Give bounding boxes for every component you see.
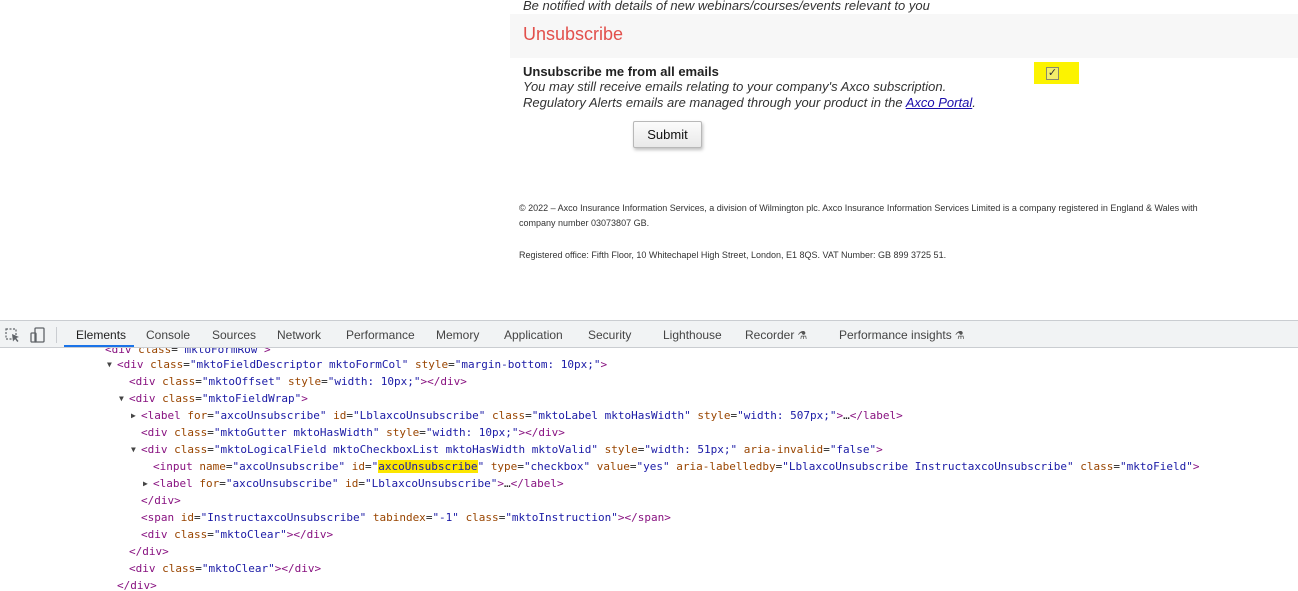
- web-page: Be notified with details of new webinars…: [0, 0, 1298, 320]
- axco-portal-link[interactable]: Axco Portal: [906, 95, 972, 110]
- tab-recorder[interactable]: Recorder ⚗: [745, 321, 807, 349]
- devtools-panel: Elements Console Sources Network Perform…: [0, 320, 1298, 591]
- expand-triangle-open-icon[interactable]: ▼: [119, 390, 124, 407]
- tab-performance[interactable]: Performance: [346, 321, 415, 349]
- unsubscribe-checkbox[interactable]: ✓: [1046, 67, 1059, 80]
- unsubscribe-label[interactable]: Unsubscribe me from all emails: [523, 64, 719, 79]
- experimental-flask-icon: ⚗: [797, 330, 808, 342]
- subscription-note: Be notified with details of new webinars…: [523, 0, 930, 13]
- devtools-tabbar: Elements Console Sources Network Perform…: [0, 320, 1298, 348]
- tab-console[interactable]: Console: [146, 321, 190, 349]
- tab-recorder-label: Recorder: [745, 328, 795, 342]
- tab-lighthouse[interactable]: Lighthouse: [663, 321, 722, 349]
- dom-node-line[interactable]: <label for="axcoUnsubscribe" id="Lblaxco…: [153, 475, 564, 492]
- inspect-element-icon[interactable]: [4, 326, 22, 344]
- elements-tree: <div class="mktoFormRow"> <div class="mkt…: [0, 348, 1298, 591]
- dom-node-line[interactable]: <label for="axcoUnsubscribe" id="Lblaxco…: [141, 407, 903, 424]
- dom-node-line[interactable]: <div class="mktoOffset" style="width: 10…: [129, 373, 467, 390]
- tab-sources[interactable]: Sources: [212, 321, 256, 349]
- dom-node-line[interactable]: <div class="mktoFieldWrap">: [129, 390, 308, 407]
- unsubscribe-band: [510, 14, 1298, 58]
- toolbar-separator: [56, 327, 57, 343]
- instruction-line-1: You may still receive emails relating to…: [523, 79, 947, 94]
- dom-node-line[interactable]: <span id="InstructaxcoUnsubscribe" tabin…: [141, 509, 671, 526]
- tab-memory[interactable]: Memory: [436, 321, 479, 349]
- expand-triangle-open-icon[interactable]: ▼: [107, 356, 112, 373]
- footer-company-number: company number 03073807 GB.: [519, 218, 650, 228]
- expand-triangle-closed-icon[interactable]: ▶: [143, 475, 148, 492]
- active-tab-indicator: [64, 345, 134, 347]
- search-highlight: axcoUnsubscribe: [378, 460, 478, 473]
- device-toolbar-icon[interactable]: [29, 326, 47, 344]
- tab-performance-insights[interactable]: Performance insights ⚗: [839, 321, 965, 349]
- expand-triangle-closed-icon[interactable]: ▶: [131, 407, 136, 424]
- instruction-line-2: Regulatory Alerts emails are managed thr…: [523, 95, 976, 110]
- instruction-line-2-suffix: .: [972, 95, 976, 110]
- expand-triangle-open-icon[interactable]: ▼: [131, 441, 136, 458]
- footer-copyright: © 2022 – Axco Insurance Information Serv…: [519, 203, 1198, 213]
- tab-security[interactable]: Security: [588, 321, 631, 349]
- instruction-line-2-prefix: Regulatory Alerts emails are managed thr…: [523, 95, 906, 110]
- dom-node-line[interactable]: </div>: [141, 492, 181, 509]
- dom-node-line[interactable]: <div class="mktoClear"></div>: [129, 560, 321, 577]
- dom-node-line[interactable]: <div class="mktoClear"></div>: [141, 526, 333, 543]
- submit-button[interactable]: Submit: [633, 121, 702, 148]
- dom-node-line[interactable]: <div class="mktoFieldDescriptor mktoForm…: [117, 356, 607, 373]
- dom-node-line[interactable]: </div>: [129, 543, 169, 560]
- dom-node-line[interactable]: </div>: [117, 577, 157, 591]
- dom-node-line[interactable]: <div class="mktoLogicalField mktoCheckbo…: [141, 441, 883, 458]
- unsubscribe-heading: Unsubscribe: [523, 24, 624, 44]
- dom-node-line[interactable]: <div class="mktoGutter mktoHasWidth" sty…: [141, 424, 565, 441]
- tab-application[interactable]: Application: [504, 321, 563, 349]
- tab-network[interactable]: Network: [277, 321, 321, 349]
- tab-performance-insights-label: Performance insights: [839, 328, 952, 342]
- dom-node-line[interactable]: <input name="axcoUnsubscribe" id="axcoUn…: [153, 458, 1200, 475]
- footer-registered-office: Registered office: Fifth Floor, 10 White…: [519, 250, 947, 260]
- experimental-flask-icon: ⚗: [954, 330, 965, 342]
